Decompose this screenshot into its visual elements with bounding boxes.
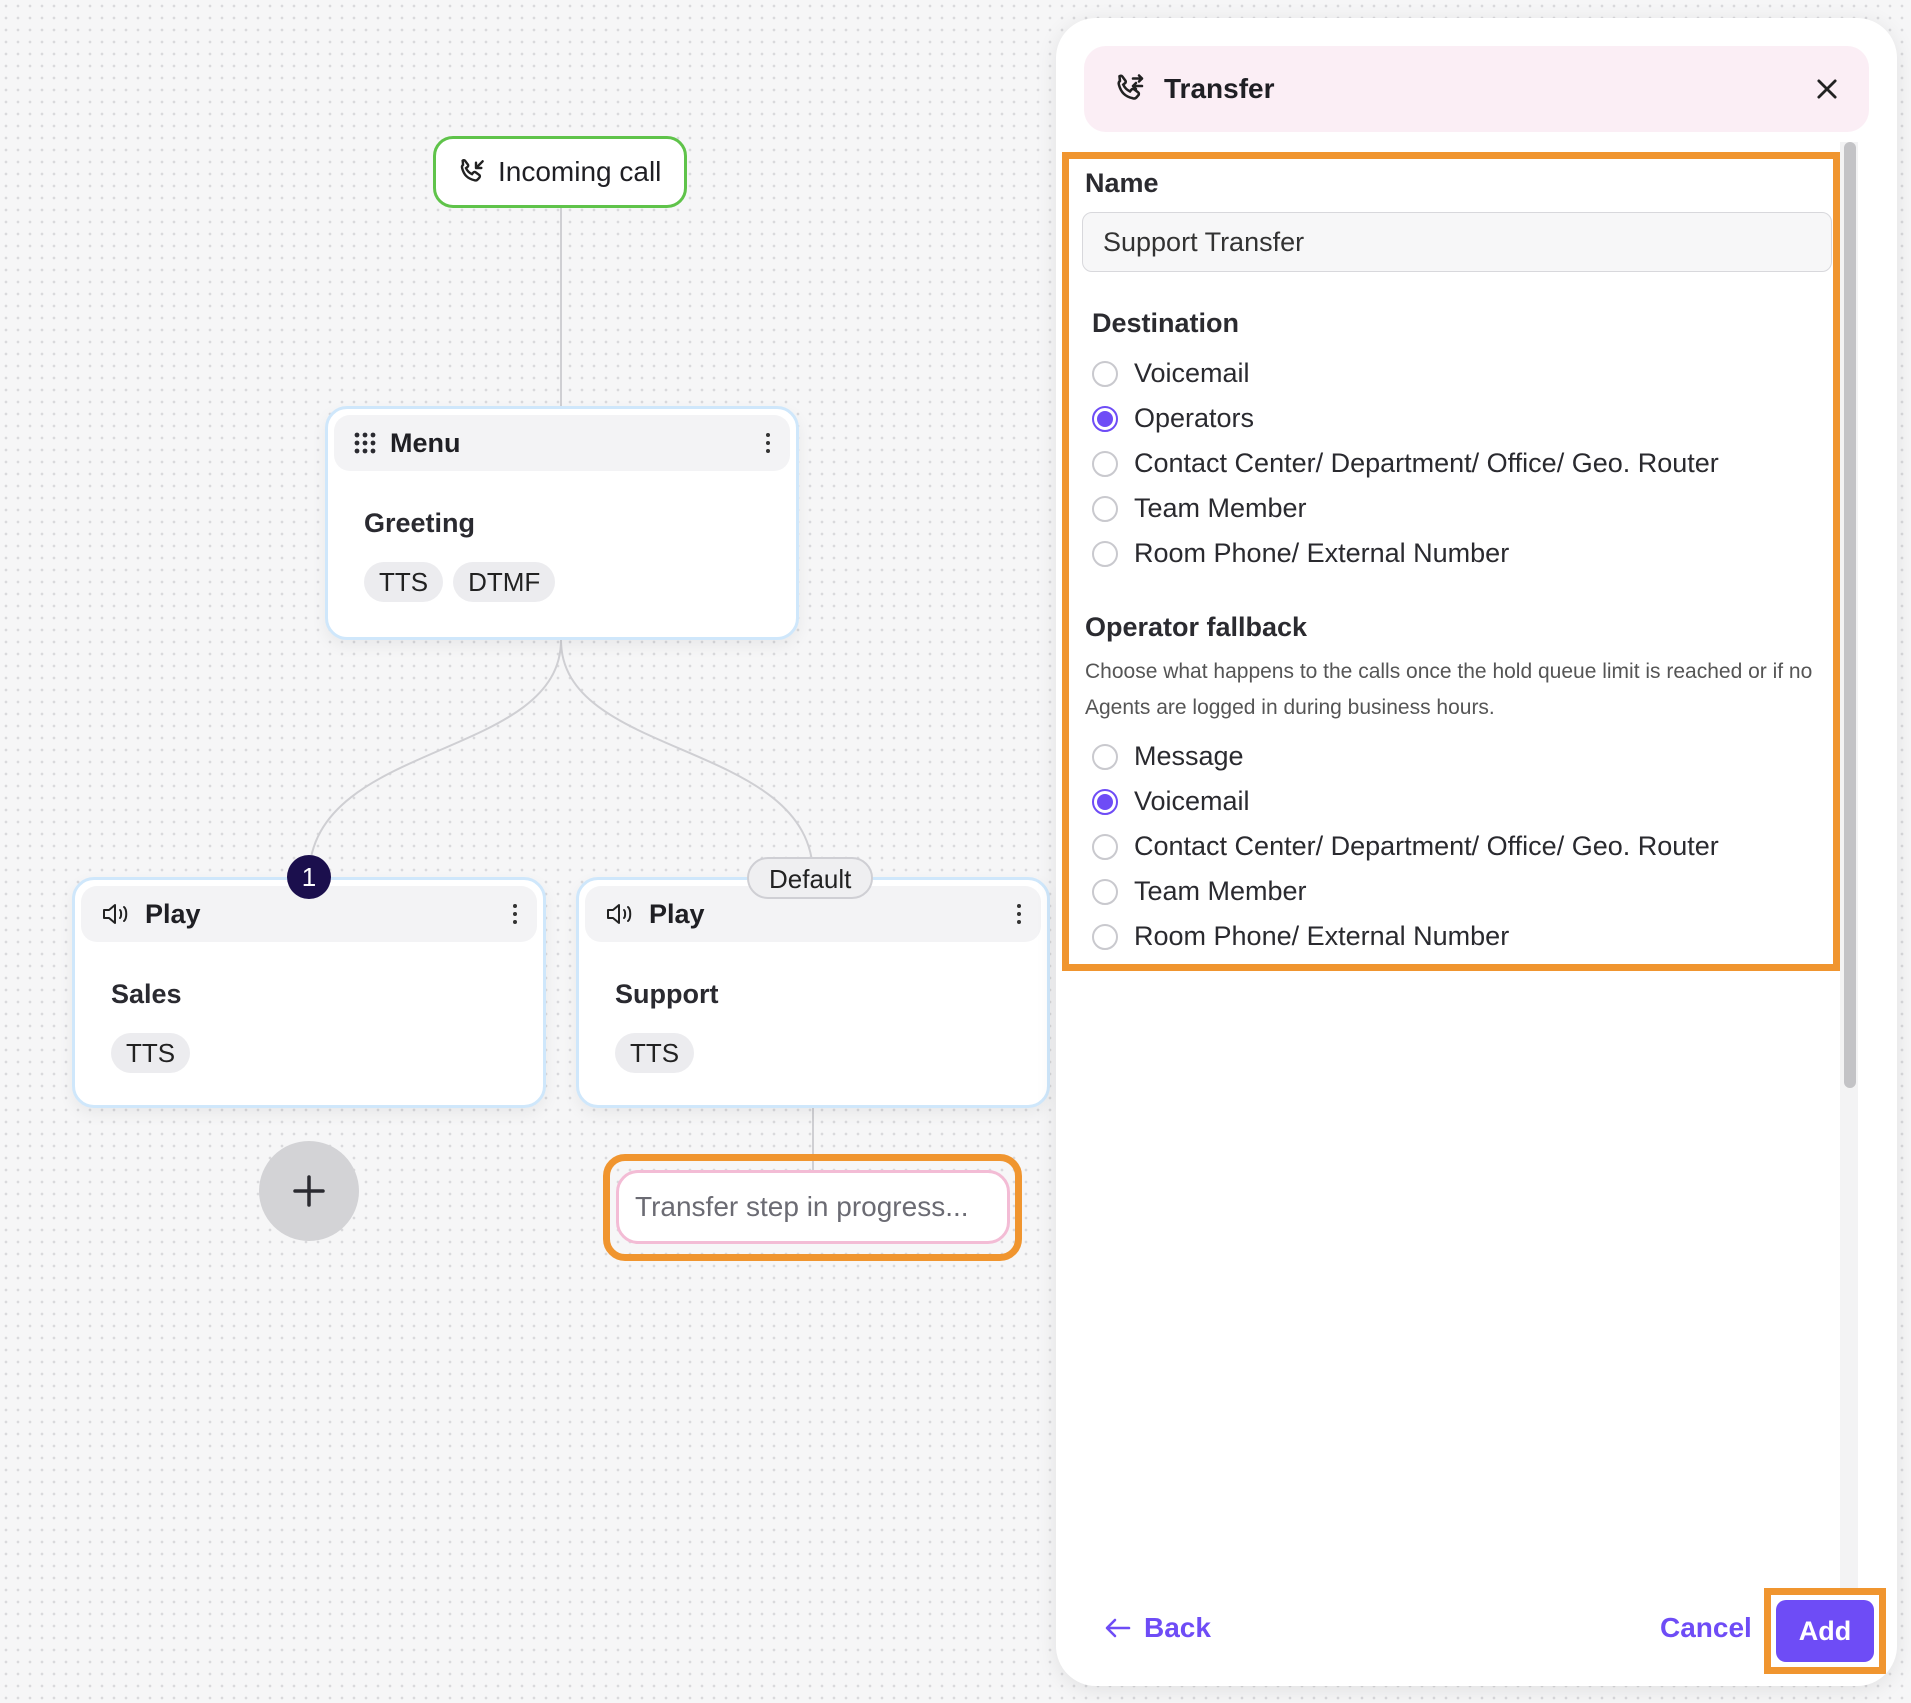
play-sales-card[interactable]: Play Sales TTS: [72, 877, 546, 1108]
add-step-button[interactable]: [259, 1141, 359, 1241]
menu-tag-tts: TTS: [364, 562, 444, 602]
fallback-option-voicemail[interactable]: Voicemail: [1092, 786, 1250, 817]
fallback-option-contact-center[interactable]: Contact Center/ Department/ Office/ Geo.…: [1092, 831, 1719, 862]
destination-option-label: Contact Center/ Department/ Office/ Geo.…: [1134, 448, 1719, 478]
play-support-card[interactable]: Play Support TTS: [576, 877, 1050, 1108]
back-label: Back: [1144, 1612, 1211, 1643]
plus-icon: [293, 1175, 325, 1207]
menu-card-title: Greeting: [364, 508, 476, 538]
destination-label: Destination: [1092, 308, 1240, 338]
menu-step-card[interactable]: Menu Greeting TTS DTMF: [325, 406, 799, 640]
menu-tag-dtmf: DTMF: [453, 562, 556, 602]
radio-button[interactable]: [1092, 450, 1118, 477]
default-branch-badge: Default: [747, 857, 874, 899]
fallback-option-team-member[interactable]: Team Member: [1092, 876, 1307, 907]
destination-option-label: Team Member: [1134, 493, 1307, 523]
radio-button[interactable]: [1092, 360, 1118, 387]
operator-fallback-label: Operator fallback: [1085, 612, 1308, 642]
keypad-icon: [354, 432, 376, 454]
play-sales-title: Sales: [111, 979, 182, 1009]
fallback-option-label: Contact Center/ Department/ Office/ Geo.…: [1134, 831, 1719, 861]
radio-button[interactable]: [1092, 878, 1118, 905]
speaker-icon: [103, 904, 128, 924]
fallback-option-label: Message: [1134, 741, 1244, 771]
fallback-option-label: Team Member: [1134, 876, 1307, 906]
menu-more-options-icon[interactable]: [766, 433, 770, 453]
transfer-panel: Transfer Name Destination Voicemail Oper…: [1056, 18, 1897, 1686]
fallback-option-message[interactable]: Message: [1092, 741, 1244, 772]
fallback-option-external-number[interactable]: Room Phone/ External Number: [1092, 921, 1509, 952]
name-label: Name: [1085, 168, 1159, 198]
destination-option-contact-center[interactable]: Contact Center/ Department/ Office/ Geo.…: [1092, 448, 1719, 479]
play-support-more-options-icon[interactable]: [1017, 904, 1021, 924]
destination-option-external-number[interactable]: Room Phone/ External Number: [1092, 538, 1509, 569]
fallback-option-label: Room Phone/ External Number: [1134, 921, 1510, 951]
play-sales-type: Play: [145, 898, 201, 929]
play-support-type: Play: [649, 898, 705, 929]
close-icon[interactable]: [1813, 75, 1841, 103]
back-button[interactable]: Back: [1104, 1612, 1211, 1644]
destination-option-operators[interactable]: Operators: [1092, 403, 1254, 434]
radio-button-selected[interactable]: [1092, 788, 1118, 815]
menu-card-header: Menu: [334, 415, 790, 471]
fallback-option-label: Voicemail: [1134, 786, 1250, 816]
radio-button-selected[interactable]: [1092, 405, 1118, 432]
speaker-icon: [607, 904, 632, 924]
destination-option-label: Room Phone/ External Number: [1134, 538, 1510, 568]
radio-button[interactable]: [1092, 743, 1118, 770]
panel-title: Transfer: [1164, 73, 1275, 104]
cancel-button[interactable]: Cancel: [1660, 1612, 1752, 1644]
play-sales-tag-tts: TTS: [111, 1033, 191, 1073]
transfer-step-placeholder[interactable]: Transfer step in progress...: [616, 1170, 1010, 1244]
operator-fallback-help: Choose what happens to the calls once th…: [1085, 660, 1813, 719]
incoming-call-label: Incoming call: [498, 156, 662, 187]
arrow-left-icon: [1105, 1618, 1131, 1638]
radio-button[interactable]: [1092, 923, 1118, 950]
transfer-call-icon: [1117, 74, 1144, 100]
destination-option-voicemail[interactable]: Voicemail: [1092, 358, 1250, 389]
play-support-tag-tts: TTS: [615, 1033, 695, 1073]
radio-button[interactable]: [1092, 540, 1118, 567]
name-input[interactable]: [1082, 212, 1832, 272]
add-button[interactable]: Add: [1776, 1600, 1874, 1662]
panel-scrollbar-thumb[interactable]: [1844, 142, 1856, 1088]
branch-number-badge: 1: [287, 855, 331, 899]
destination-option-label: Operators: [1134, 403, 1255, 433]
play-sales-more-options-icon[interactable]: [513, 904, 517, 924]
radio-button[interactable]: [1092, 833, 1118, 860]
panel-header: Transfer: [1084, 46, 1869, 132]
play-support-title: Support: [615, 979, 719, 1009]
incoming-call-icon: [460, 159, 484, 182]
menu-card-type: Menu: [390, 427, 461, 458]
destination-option-label: Voicemail: [1134, 358, 1250, 388]
radio-button[interactable]: [1092, 495, 1118, 522]
incoming-call-node[interactable]: Incoming call: [433, 136, 687, 208]
destination-option-team-member[interactable]: Team Member: [1092, 493, 1307, 524]
